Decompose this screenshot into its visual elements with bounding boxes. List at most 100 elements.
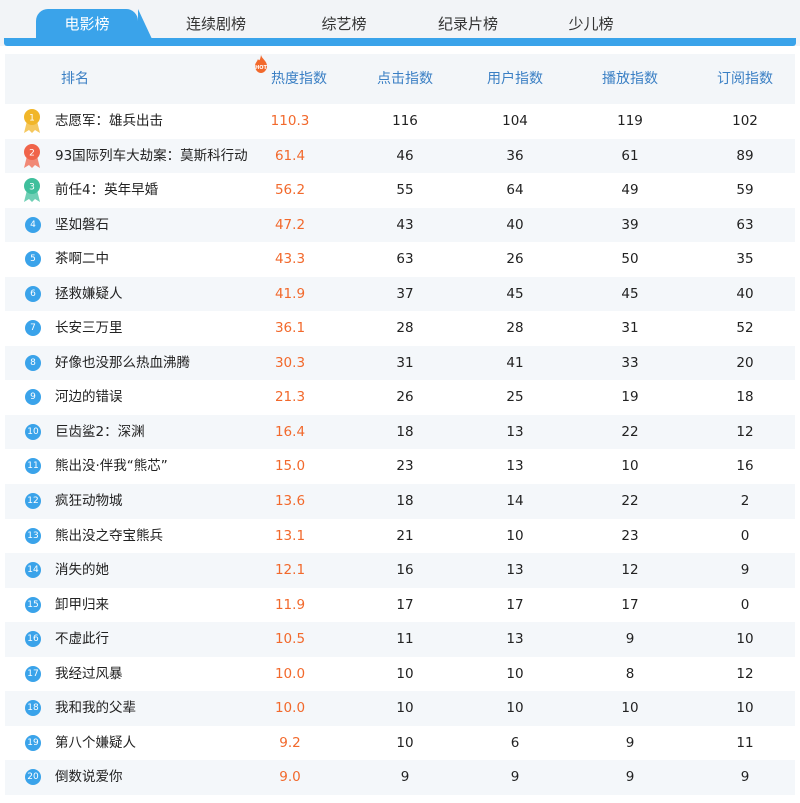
rank-badge: 13 (25, 527, 41, 544)
heat-index: 61.4 (274, 147, 306, 164)
table-row[interactable]: 9 河边的错误 21.3 26 25 19 18 (5, 380, 795, 415)
click-index: 11 (396, 631, 414, 648)
heat-index: 43.3 (274, 251, 306, 268)
table-row[interactable]: 6 拯救嫌疑人 41.9 37 45 45 40 (5, 276, 795, 312)
table-row[interactable]: 5 茶啊二中 43.3 63 26 50 35 (5, 242, 795, 277)
table-row[interactable]: 19 第八个嫌疑人 9.2 10 6 9 11 (5, 726, 795, 761)
heat-index: 110.3 (270, 113, 310, 129)
movie-title[interactable]: 疯狂动物城 (55, 484, 255, 519)
table-row[interactable]: 14 消失的她 12.1 16 13 12 9 (5, 553, 795, 588)
subscribe-index: 2 (740, 493, 750, 510)
movie-title[interactable]: 前任4：英年早婚 (55, 173, 255, 208)
click-index: 46 (396, 147, 414, 164)
subscribe-index: 0 (740, 596, 750, 613)
tab-series[interactable]: 连续剧榜 (170, 9, 262, 39)
movie-title[interactable]: 志愿军：雄兵出击 (55, 104, 255, 139)
movie-title[interactable]: 我经过风暴 (55, 657, 255, 692)
heat-index: 21.3 (274, 389, 306, 406)
movie-title[interactable]: 好像也没那么热血沸腾 (55, 346, 255, 381)
subscribe-index: 16 (736, 458, 754, 475)
movie-title[interactable]: 我和我的父辈 (55, 691, 255, 726)
movie-title[interactable]: 长安三万里 (55, 311, 255, 346)
rank-badge: 20 (25, 769, 41, 786)
table-row[interactable]: 18 我和我的父辈 10.0 10 10 10 10 (5, 691, 795, 726)
click-index: 21 (396, 527, 414, 544)
user-index: 25 (506, 389, 524, 406)
click-index: 18 (396, 423, 414, 440)
user-index: 10 (506, 665, 524, 682)
movie-title[interactable]: 93国际列车大劫案：莫斯科行动 (55, 139, 255, 174)
play-index: 12 (621, 562, 639, 579)
user-index: 17 (506, 596, 524, 613)
table-row[interactable]: 1 志愿军：雄兵出击 110.3 116 104 119 102 (5, 104, 795, 139)
movie-title[interactable]: 第八个嫌疑人 (55, 726, 255, 761)
movie-title[interactable]: 熊出没·伴我“熊芯” (55, 449, 255, 484)
click-index: 63 (396, 251, 414, 268)
table-row[interactable]: 13 熊出没之夺宝熊兵 13.1 21 10 23 0 (5, 519, 795, 554)
rank-number: 2 (29, 148, 35, 158)
ranking-table: 排名 HOT 热度指数 点击指数 用户指数 播放指数 订阅指数 1 志愿军：雄兵出… (5, 54, 795, 795)
user-index: 64 (506, 182, 524, 199)
tab-movies[interactable]: 电影榜 (36, 9, 152, 39)
rank-badge: 17 (25, 665, 41, 682)
play-index: 8 (625, 665, 635, 682)
movie-title[interactable]: 拯救嫌疑人 (55, 277, 255, 312)
movie-title[interactable]: 熊出没之夺宝熊兵 (55, 519, 255, 554)
movie-title[interactable]: 消失的她 (55, 553, 255, 588)
movie-title[interactable]: 巨齿鲨2：深渊 (55, 415, 255, 450)
subscribe-index: 20 (736, 354, 754, 371)
movie-title[interactable]: 倒数说爱你 (55, 760, 255, 795)
heat-index: 13.1 (274, 527, 306, 544)
table-row[interactable]: 2 93国际列车大劫案：莫斯科行动 61.4 46 36 61 89 (5, 138, 795, 174)
rank-badge: 8 (25, 354, 41, 371)
table-row[interactable]: 10 巨齿鲨2：深渊 16.4 18 13 22 12 (5, 414, 795, 450)
subscribe-index: 12 (736, 423, 754, 440)
table-row[interactable]: 16 不虚此行 10.5 11 13 9 10 (5, 622, 795, 657)
rank-medal-icon: 3 (21, 177, 43, 203)
play-index: 119 (617, 113, 643, 129)
heat-index: 16.4 (274, 423, 306, 440)
tab-variety[interactable]: 综艺榜 (306, 9, 382, 39)
heat-index: 36.1 (274, 320, 306, 337)
movie-title[interactable]: 不虚此行 (55, 622, 255, 657)
table-row[interactable]: 20 倒数说爱你 9.0 9 9 9 9 (5, 760, 795, 795)
click-index: 10 (396, 665, 414, 682)
click-index: 23 (396, 458, 414, 475)
rank-badge: 7 (25, 320, 41, 337)
table-row[interactable]: 8 好像也没那么热血沸腾 30.3 31 41 33 20 (5, 345, 795, 381)
play-index: 23 (621, 527, 639, 544)
click-index: 55 (396, 182, 414, 199)
play-index: 33 (621, 354, 639, 371)
rank-badge: 4 (25, 216, 41, 233)
rank-badge: 15 (25, 596, 41, 613)
play-index: 9 (625, 769, 635, 786)
movie-title[interactable]: 茶啊二中 (55, 242, 255, 277)
subscribe-index: 18 (736, 389, 754, 406)
click-index: 16 (396, 562, 414, 579)
click-index: 31 (396, 354, 414, 371)
tab-kids[interactable]: 少儿榜 (556, 9, 626, 39)
movie-title[interactable]: 河边的错误 (55, 380, 255, 415)
table-row[interactable]: 17 我经过风暴 10.0 10 10 8 12 (5, 657, 795, 692)
subscribe-index: 59 (736, 182, 754, 199)
click-index: 9 (400, 769, 410, 786)
movie-title[interactable]: 卸甲归来 (55, 588, 255, 623)
table-row[interactable]: 12 疯狂动物城 13.6 18 14 22 2 (5, 484, 795, 519)
table-row[interactable]: 15 卸甲归来 11.9 17 17 17 0 (5, 588, 795, 623)
rank-medal-icon: 2 (21, 143, 43, 169)
subscribe-index: 102 (732, 113, 758, 129)
rank-badge: 16 (25, 631, 41, 648)
user-index: 13 (506, 631, 524, 648)
movie-title[interactable]: 坚如磐石 (55, 208, 255, 243)
user-index: 36 (506, 147, 524, 164)
heat-index: 10.0 (274, 700, 306, 717)
table-row[interactable]: 7 长安三万里 36.1 28 28 31 52 (5, 311, 795, 346)
table-row[interactable]: 4 坚如磐石 47.2 43 40 39 63 (5, 207, 795, 243)
column-header-clicks: 点击指数 (377, 71, 433, 87)
tab-documentary[interactable]: 纪录片榜 (422, 9, 514, 39)
heat-index: 13.6 (274, 493, 306, 510)
rank-badge: 19 (25, 734, 41, 751)
table-row[interactable]: 3 前任4：英年早婚 56.2 55 64 49 59 (5, 173, 795, 208)
subscribe-index: 9 (740, 562, 750, 579)
table-row[interactable]: 11 熊出没·伴我“熊芯” 15.0 23 13 10 16 (5, 449, 795, 484)
